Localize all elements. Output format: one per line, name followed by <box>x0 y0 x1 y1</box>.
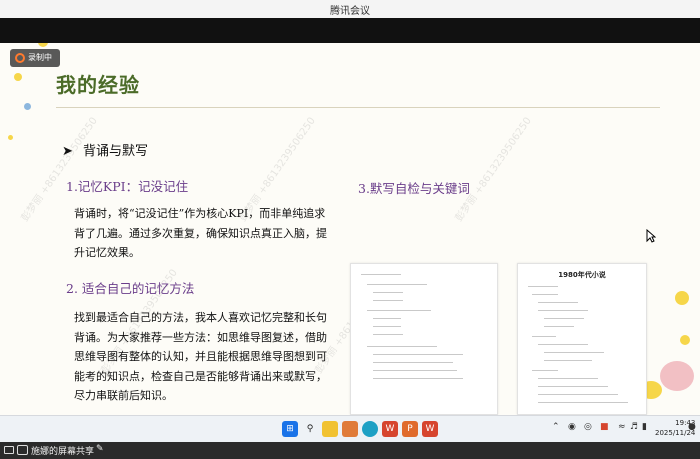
meeting-titlebar: 腾讯会议 <box>0 0 700 18</box>
wps-presentation-icon[interactable]: P <box>402 421 418 437</box>
tray-app-icon[interactable]: ◎ <box>584 422 592 432</box>
arrow-bullet-icon: ➤ <box>62 144 73 159</box>
subheading-self-check: 3.默写自检与关键词 <box>358 181 470 196</box>
recording-dot-icon <box>15 53 25 63</box>
search-icon[interactable]: ⚲ <box>302 421 318 437</box>
section-heading: ➤ 背诵与默写 <box>62 140 148 159</box>
taskbar: ⊞ ⚲ W P W ⌃ ◉ ◎ ■ ≈ ♬ ▮ 19:43 2025/11/24… <box>0 415 700 442</box>
volume-icon[interactable]: ♬ <box>630 422 638 432</box>
flower-decoration-icon <box>675 291 689 305</box>
mouse-cursor-icon <box>646 229 656 243</box>
mindmap-thumbnail-right: 1980年代小说 <box>517 263 647 415</box>
shared-slide: 录制中 彭梦丽 +8613239506250 彭梦丽 +861323950625… <box>0 43 700 415</box>
tray-app-icon[interactable]: ◉ <box>568 422 576 432</box>
subheading-memory-kpi: 1.记忆KPI：记没记住 <box>66 179 189 194</box>
windows-start-icon[interactable]: ⊞ <box>282 421 298 437</box>
screen-share-label: 施娜的屏幕共享 <box>31 447 95 457</box>
edge-browser-icon[interactable] <box>362 421 378 437</box>
watermark: 彭梦丽 +8613239506250 <box>453 115 534 224</box>
mindmap-thumbnail-left <box>350 263 498 415</box>
screen-share-icon[interactable] <box>17 445 28 455</box>
tray-chevron-icon[interactable]: ⌃ <box>552 422 560 432</box>
paragraph-memory-kpi: 背诵时，将“记没记住”作为核心KPI，而非单纯追求背了几遍。通过多次重复，确保知… <box>74 207 327 259</box>
section-heading-text: 背诵与默写 <box>83 144 149 159</box>
flower-decoration-icon <box>660 361 694 391</box>
flower-decoration-icon <box>680 335 690 345</box>
subheading-memory-method: 2. 适合自己的记忆方法 <box>66 281 195 296</box>
title-divider <box>56 107 660 108</box>
share-indicator-icon <box>4 446 14 454</box>
annotate-pen-icon[interactable]: ✎ <box>96 444 104 454</box>
tray-app-icon[interactable]: ■ <box>600 422 609 432</box>
flower-decoration-icon <box>38 43 48 47</box>
meeting-title: 腾讯会议 <box>330 6 370 17</box>
wps-office-icon[interactable]: W <box>382 421 398 437</box>
meeting-toolbar-band <box>0 18 700 43</box>
wifi-icon[interactable]: ≈ <box>618 422 626 432</box>
recording-label: 录制中 <box>28 53 52 62</box>
wps-writer-icon[interactable]: W <box>422 421 438 437</box>
flower-decoration-icon <box>8 135 13 140</box>
battery-icon[interactable]: ▮ <box>642 422 647 432</box>
notification-icon[interactable]: ● <box>688 422 696 432</box>
thumbnail-title: 1980年代小说 <box>558 271 606 279</box>
photos-app-icon[interactable] <box>342 421 358 437</box>
flower-decoration-icon <box>14 73 22 81</box>
slide-title: 我的经验 <box>56 73 140 97</box>
flower-decoration-icon <box>24 103 31 110</box>
file-explorer-icon[interactable] <box>322 421 338 437</box>
recording-indicator[interactable]: 录制中 <box>10 49 60 67</box>
paragraph-memory-method: 找到最适合自己的方法，我本人喜欢记忆完整和长句背诵。为大家推荐一些方法：如思维导… <box>74 311 327 402</box>
screen-share-bar: 施娜的屏幕共享 ✎ <box>0 442 700 459</box>
